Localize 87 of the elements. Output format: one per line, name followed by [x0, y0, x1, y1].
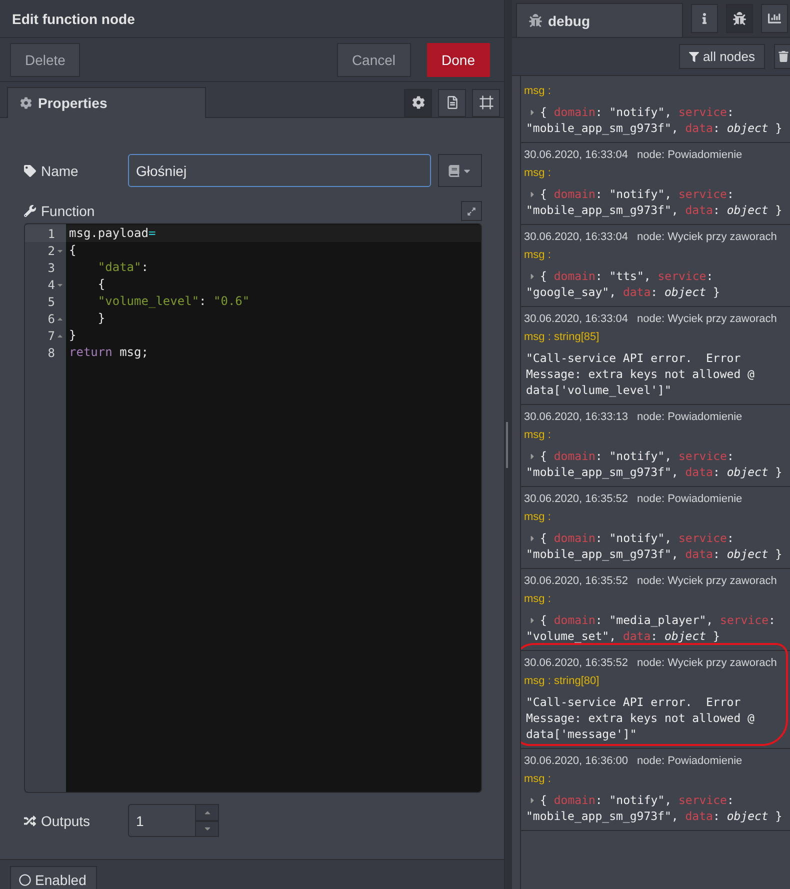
message-source: node: Wyciek przy zaworach: [636, 230, 777, 242]
message-time: 30.06.2020, 16:33:04: [524, 148, 628, 160]
line-number: 6: [25, 310, 66, 327]
message-source: node: Wyciek przy zaworach: [636, 574, 777, 586]
code-line: }: [68, 327, 78, 344]
line-number: 8: [46, 344, 56, 361]
trash-icon: [778, 51, 789, 62]
debug-tab[interactable]: debug: [516, 3, 683, 37]
dialog-button[interactable]: Delete: [10, 42, 80, 76]
filter-icon: [688, 52, 699, 62]
clear-button[interactable]: [774, 44, 790, 69]
enabled-toggle[interactable]: Enabled: [10, 866, 98, 889]
message-label: msg : string[80]: [524, 674, 600, 689]
code-line: }: [96, 310, 106, 327]
bug-icon: [733, 12, 746, 25]
message-source: node: Wyciek przy zaworach: [636, 656, 777, 668]
line-number: 5: [46, 294, 56, 310]
message-label: msg : string[85]: [524, 330, 600, 345]
name-label: Name: [24, 162, 122, 178]
frame-icon: [478, 95, 494, 110]
sidebar-tool-button[interactable]: [691, 4, 718, 33]
message-object[interactable]: { domain: "notify", service: "mobile_app_sm_g973f", data: object }: [524, 183, 786, 218]
name-field[interactable]: Głośniej: [128, 154, 431, 187]
code-line: "volume_level": "0.6": [96, 293, 251, 310]
message-label: msg :: [524, 428, 552, 443]
code-line: {: [96, 276, 106, 293]
message-time: 30.06.2020, 16:35:52: [524, 656, 628, 668]
dialog-button[interactable]: Cancel: [336, 42, 411, 76]
message-source: node: Powiadomienie: [636, 754, 742, 766]
code-line: return msg;: [68, 344, 150, 361]
line-number: 4: [25, 276, 66, 293]
message-label: msg :: [524, 510, 552, 525]
message-label: msg :: [524, 772, 552, 787]
wrench-icon: [24, 205, 36, 217]
message-object[interactable]: { domain: "notify", service: "mobile_app_sm_g973f", data: object }: [524, 527, 786, 562]
message-time: 30.06.2020, 16:35:52: [524, 574, 628, 586]
message-object[interactable]: { domain: "media_player", service: "volume_set", data: object }: [524, 609, 786, 644]
message-object[interactable]: { domain: "notify", service: "mobile_app_sm_g973f", data: object }: [524, 445, 786, 480]
library-button[interactable]: [438, 154, 482, 187]
expand-icon: [467, 206, 476, 216]
tab-tool-button[interactable]: [472, 88, 500, 116]
line-number: 1: [25, 225, 66, 242]
code-editor[interactable]: 1 2 3 4 5 6 7 8 msg.payload= { "data": { "volume_level": "0.6" } } return msg;: [24, 223, 482, 793]
tab-tool-button[interactable]: [438, 88, 466, 116]
shuffle-icon: [24, 814, 36, 826]
message-string: "Call-service API error. Error Message: extra keys not allowed @ data['message']": [525, 694, 756, 742]
code-line: {: [68, 242, 78, 259]
document-icon: [446, 96, 458, 109]
message-label: msg :: [524, 84, 552, 99]
tag-icon: [24, 164, 36, 176]
message-object[interactable]: { domain: "notify", service: "mobile_app_sm_g973f", data: object }: [524, 101, 786, 136]
done-button[interactable]: Done: [426, 42, 490, 76]
message-string: "Call-service API error. Error Message: extra keys not allowed @ data['volume_level']": [525, 350, 756, 398]
line-number: 2: [25, 242, 66, 259]
sidebar-tool-button[interactable]: [761, 4, 788, 33]
code-line: "data":: [96, 259, 150, 276]
bug-icon: [529, 14, 542, 27]
message-object[interactable]: { domain: "notify", service: "mobile_app_sm_g973f", data: object }: [524, 789, 786, 824]
outputs-label: Outputs: [24, 812, 122, 828]
message-source: node: Powiadomienie: [636, 492, 742, 504]
message-object[interactable]: { domain: "tts", service: "google_say", data: object }: [524, 265, 786, 300]
line-number: 7: [25, 327, 66, 344]
gear-icon: [20, 97, 32, 109]
message-source: node: Powiadomienie: [636, 148, 742, 160]
message-label: msg :: [524, 166, 552, 181]
message-time: 30.06.2020, 16:36:00: [524, 754, 628, 766]
line-number: 3: [46, 260, 56, 276]
expand-button[interactable]: [461, 201, 482, 221]
message-label: msg :: [524, 248, 552, 263]
splitter-handle[interactable]: [506, 422, 508, 468]
gear-icon: [412, 96, 424, 109]
outputs-field[interactable]: 1: [128, 804, 195, 837]
message-time: 30.06.2020, 16:33:04: [524, 230, 628, 242]
filter-button[interactable]: all nodes: [678, 44, 765, 69]
message-source: node: Powiadomienie: [636, 410, 742, 422]
sidebar-tool-button[interactable]: [726, 4, 753, 33]
book-icon: [448, 164, 460, 176]
bar-chart-icon: [768, 12, 781, 25]
properties-tab[interactable]: Properties: [7, 87, 206, 118]
message-time: 30.06.2020, 16:33:13: [524, 410, 628, 422]
dialog-title: Edit function node: [0, 0, 504, 38]
function-label: Function: [24, 203, 122, 219]
message-source: node: Wyciek przy zaworach: [636, 312, 777, 324]
message-time: 30.06.2020, 16:33:04: [524, 312, 628, 324]
message-time: 30.06.2020, 16:35:52: [524, 492, 628, 504]
message-label: msg :: [524, 592, 552, 607]
tab-tool-button[interactable]: [404, 88, 432, 116]
